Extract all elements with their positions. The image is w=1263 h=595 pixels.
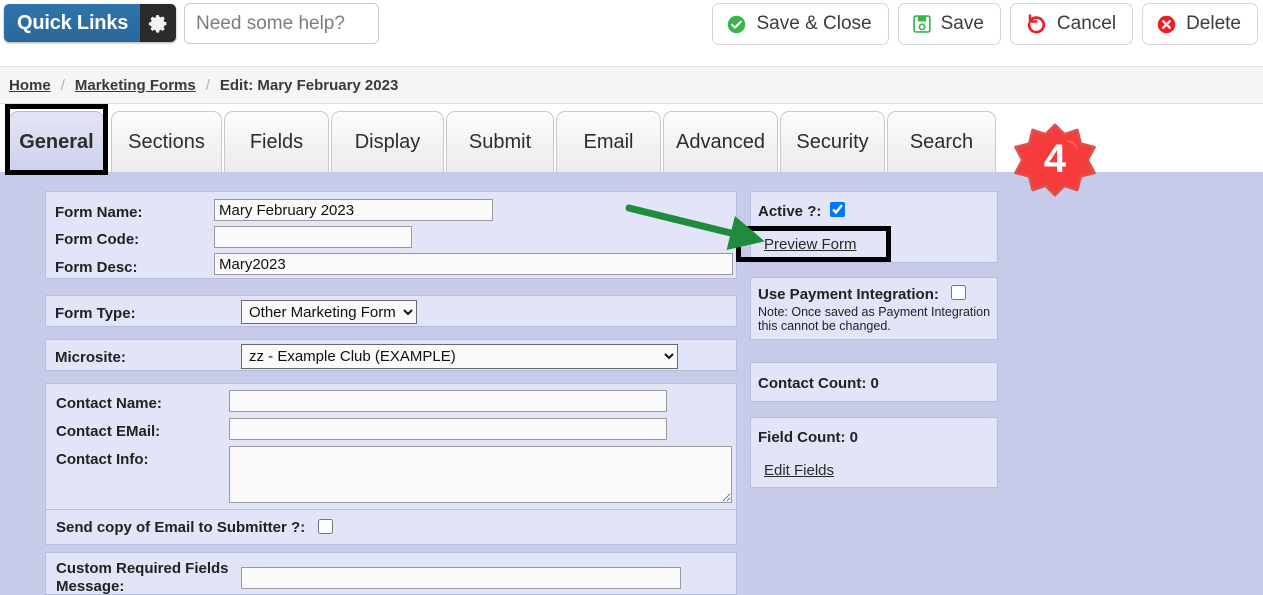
form-type-label: Form Type: [55, 305, 136, 322]
edit-fields-link[interactable]: Edit Fields [764, 462, 834, 479]
tab-search[interactable]: Search [887, 111, 996, 173]
tab-bar: General Sections Fields Display Submit E… [0, 105, 1263, 173]
contact-info-textarea[interactable] [229, 446, 732, 503]
breadcrumb-separator-2: / [205, 76, 210, 94]
cancel-label: Cancel [1056, 13, 1117, 34]
form-identity-panel: Form Name: Form Code: Form Desc: [45, 191, 737, 279]
contact-name-input[interactable] [229, 390, 667, 412]
breadcrumb: Home / Marketing Forms / Edit: Mary Febr… [0, 66, 1263, 104]
tab-security[interactable]: Security [780, 111, 885, 173]
tab-advanced[interactable]: Advanced [663, 111, 778, 173]
tab-fields[interactable]: Fields [224, 111, 329, 173]
check-circle-icon [726, 14, 747, 35]
send-copy-label: Send copy of Email to Submitter ?: [56, 519, 306, 536]
page-root: Quick Links Save & Close Save [0, 0, 1263, 595]
custom-required-label-line1: Custom Required Fields [56, 560, 229, 577]
breadcrumb-separator: / [60, 76, 65, 94]
form-name-input[interactable] [214, 199, 493, 221]
payment-integration-checkbox[interactable] [951, 285, 966, 300]
contact-email-label: Contact EMail: [56, 423, 161, 440]
quick-links-label: Quick Links [4, 4, 141, 42]
form-desc-label: Form Desc: [55, 259, 138, 276]
tab-sections[interactable]: Sections [111, 111, 222, 173]
contact-count-label: Contact Count: 0 [758, 375, 879, 392]
active-panel: Active ?: Preview Form [750, 191, 998, 263]
tab-email[interactable]: Email [556, 111, 661, 173]
tab-general[interactable]: General [9, 111, 104, 173]
custom-required-panel: Custom Required Fields Message: [45, 552, 737, 595]
active-label: Active ?: [758, 203, 822, 220]
top-toolbar: Quick Links Save & Close Save [0, 0, 1263, 53]
quick-links-button[interactable]: Quick Links [4, 4, 177, 42]
preview-form-link[interactable]: Preview Form [764, 236, 857, 253]
floppy-disk-icon [912, 14, 932, 34]
gear-icon[interactable] [140, 4, 177, 42]
contact-name-label: Contact Name: [56, 395, 162, 412]
field-count-label: Field Count: 0 [758, 429, 858, 446]
save-label: Save [940, 13, 984, 34]
payment-integration-label: Use Payment Integration: [758, 286, 939, 303]
save-and-close-label: Save & Close [756, 13, 872, 34]
x-circle-icon [1156, 14, 1177, 35]
help-search-input[interactable] [184, 3, 379, 44]
form-desc-input[interactable] [214, 253, 733, 275]
breadcrumb-marketing-forms-link[interactable]: Marketing Forms [75, 77, 196, 94]
form-type-panel: Form Type: Other Marketing Form [45, 295, 737, 327]
field-count-panel: Field Count: 0 Edit Fields [750, 417, 998, 488]
send-copy-checkbox[interactable] [318, 519, 333, 534]
active-checkbox[interactable] [830, 202, 845, 217]
form-code-input[interactable] [214, 226, 412, 248]
general-tab-content: Form Name: Form Code: Form Desc: Form Ty… [0, 172, 1263, 595]
microsite-select[interactable]: zz - Example Club (EXAMPLE) [241, 344, 678, 369]
custom-required-input[interactable] [241, 567, 681, 589]
form-code-label: Form Code: [55, 231, 140, 248]
cancel-button[interactable]: Cancel [1009, 3, 1134, 45]
breadcrumb-current: Edit: Mary February 2023 [219, 76, 399, 94]
delete-button[interactable]: Delete [1142, 3, 1258, 45]
custom-required-label-line2: Message: [56, 578, 125, 595]
payment-note-line1: Note: Once saved as Payment Integration [758, 305, 991, 319]
toolbar-actions: Save & Close Save Cancel Delete [712, 3, 1258, 45]
breadcrumb-home-link[interactable]: Home [9, 77, 51, 94]
undo-arrow-icon [1024, 12, 1048, 36]
contact-email-input[interactable] [229, 418, 667, 440]
payment-integration-panel: Use Payment Integration: Note: Once save… [750, 277, 998, 340]
tab-submit[interactable]: Submit [446, 111, 554, 173]
delete-label: Delete [1186, 13, 1241, 34]
form-type-select[interactable]: Other Marketing Form [241, 300, 417, 324]
save-and-close-button[interactable]: Save & Close [712, 3, 889, 45]
save-button[interactable]: Save [897, 3, 1001, 45]
send-copy-panel: Send copy of Email to Submitter ?: [45, 510, 737, 545]
tab-display[interactable]: Display [331, 111, 444, 173]
microsite-label: Microsite: [55, 349, 126, 366]
contact-info-label: Contact Info: [56, 451, 149, 468]
form-name-label: Form Name: [55, 204, 143, 221]
payment-note-line2: this cannot be changed. [758, 319, 891, 333]
contact-panel: Contact Name: Contact EMail: Contact Inf… [45, 383, 737, 510]
microsite-panel: Microsite: zz - Example Club (EXAMPLE) [45, 339, 737, 371]
contact-count-panel: Contact Count: 0 [750, 362, 998, 402]
